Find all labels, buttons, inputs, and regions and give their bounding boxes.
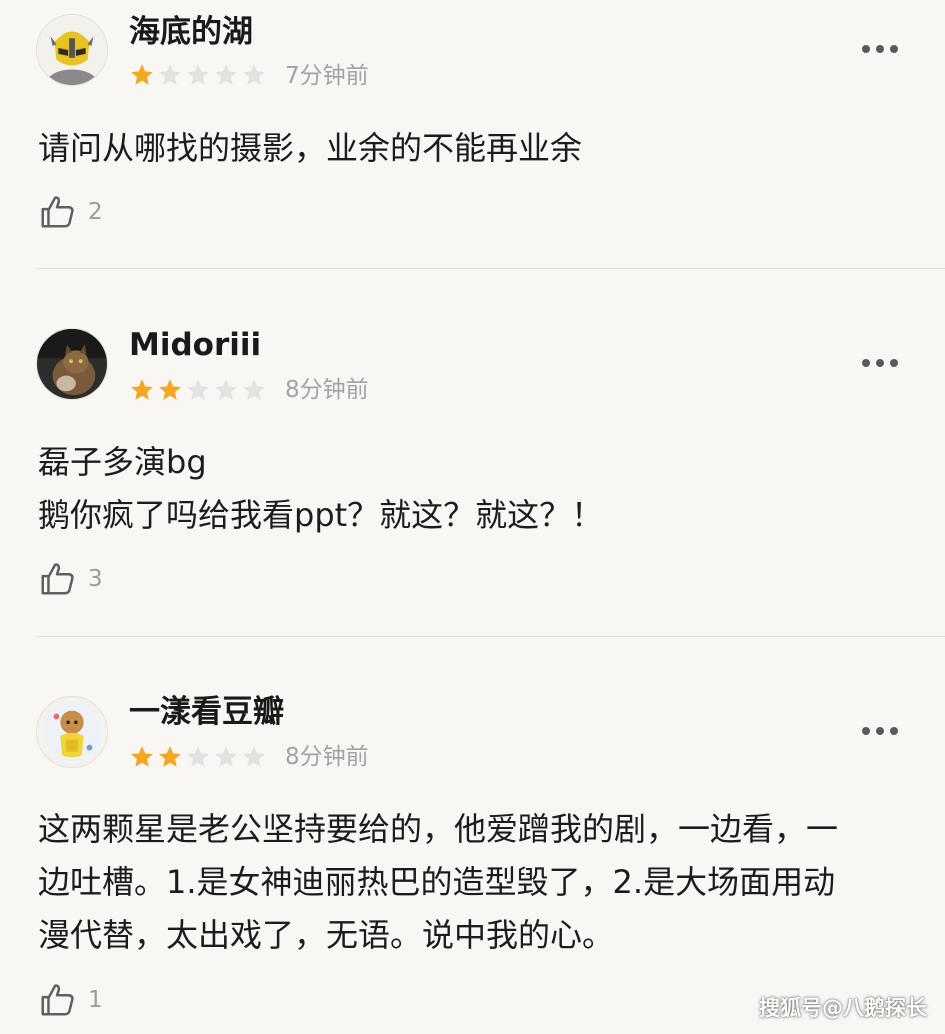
comment-text-line: 磊子多演bg bbox=[38, 443, 207, 481]
star-filled-icon bbox=[131, 379, 153, 400]
more-options-button[interactable] bbox=[862, 725, 898, 737]
robot-helmet-avatar-icon bbox=[37, 15, 107, 85]
like-button[interactable]: 3 bbox=[38, 559, 103, 599]
cartoon-character-avatar-icon bbox=[37, 697, 107, 767]
username[interactable]: 海底的湖 bbox=[129, 12, 253, 52]
star-filled-icon bbox=[131, 746, 153, 767]
star-filled-icon bbox=[131, 64, 153, 85]
star-rating bbox=[129, 62, 267, 88]
timestamp: 7分钟前 bbox=[285, 63, 369, 89]
comment-divider bbox=[36, 636, 945, 637]
star-rating bbox=[129, 377, 267, 403]
comment-text-line: 漫代替，太出戏了，无语。说中我的心。 bbox=[38, 916, 615, 954]
star-empty-icon bbox=[159, 64, 181, 85]
star-empty-icon bbox=[187, 379, 209, 400]
watermark: 搜狐号@八鹅探长 bbox=[759, 996, 927, 1020]
avatar[interactable] bbox=[36, 328, 108, 400]
comment-text-line: 边吐槽。1.是女神迪丽热巴的造型毁了，2.是大场面用动 bbox=[38, 863, 836, 901]
username[interactable]: Midoriii bbox=[129, 325, 261, 365]
star-filled-icon bbox=[159, 746, 181, 767]
star-empty-icon bbox=[215, 64, 237, 85]
star-empty-icon bbox=[215, 379, 237, 400]
username[interactable]: 一漾看豆瓣 bbox=[129, 692, 284, 732]
like-count: 3 bbox=[88, 566, 103, 592]
star-empty-icon bbox=[187, 746, 209, 767]
more-dots-icon bbox=[862, 727, 870, 735]
comment-text-line: 这两颗星是老公坚持要给的，他爱蹭我的剧，一边看，一 bbox=[38, 810, 839, 848]
more-dots-icon bbox=[862, 45, 870, 53]
thumbs-up-icon bbox=[41, 563, 74, 595]
like-count: 2 bbox=[88, 199, 103, 225]
star-empty-icon bbox=[243, 64, 265, 85]
comment-text: 请问从哪找的摄影，业余的不能再业余 bbox=[38, 122, 918, 175]
like-button[interactable]: 1 bbox=[38, 980, 103, 1020]
more-options-button[interactable] bbox=[862, 357, 898, 369]
star-empty-icon bbox=[187, 64, 209, 85]
comment-text-line: 请问从哪找的摄影，业余的不能再业余 bbox=[38, 129, 583, 167]
comment-text: 这两颗星是老公坚持要给的，他爱蹭我的剧，一边看，一 边吐槽。1.是女神迪丽热巴的… bbox=[38, 803, 918, 962]
comment-divider bbox=[36, 268, 945, 269]
star-empty-icon bbox=[243, 379, 265, 400]
timestamp: 8分钟前 bbox=[285, 744, 369, 770]
timestamp: 8分钟前 bbox=[285, 377, 369, 403]
cat-avatar-icon bbox=[37, 329, 107, 399]
star-empty-icon bbox=[215, 746, 237, 767]
thumbs-up-icon bbox=[41, 196, 74, 228]
more-options-button[interactable] bbox=[862, 43, 898, 55]
avatar[interactable] bbox=[36, 696, 108, 768]
comment-text-line: 鹅你疯了吗给我看ppt？就这？就这？！ bbox=[38, 496, 604, 534]
like-button[interactable]: 2 bbox=[38, 192, 103, 232]
star-rating bbox=[129, 744, 267, 770]
thumbs-up-icon bbox=[41, 984, 74, 1016]
like-count: 1 bbox=[88, 987, 103, 1013]
more-dots-icon bbox=[862, 359, 870, 367]
comment-text: 磊子多演bg 鹅你疯了吗给我看ppt？就这？就这？！ bbox=[38, 436, 918, 542]
star-filled-icon bbox=[159, 379, 181, 400]
star-empty-icon bbox=[243, 746, 265, 767]
avatar[interactable] bbox=[36, 14, 108, 86]
